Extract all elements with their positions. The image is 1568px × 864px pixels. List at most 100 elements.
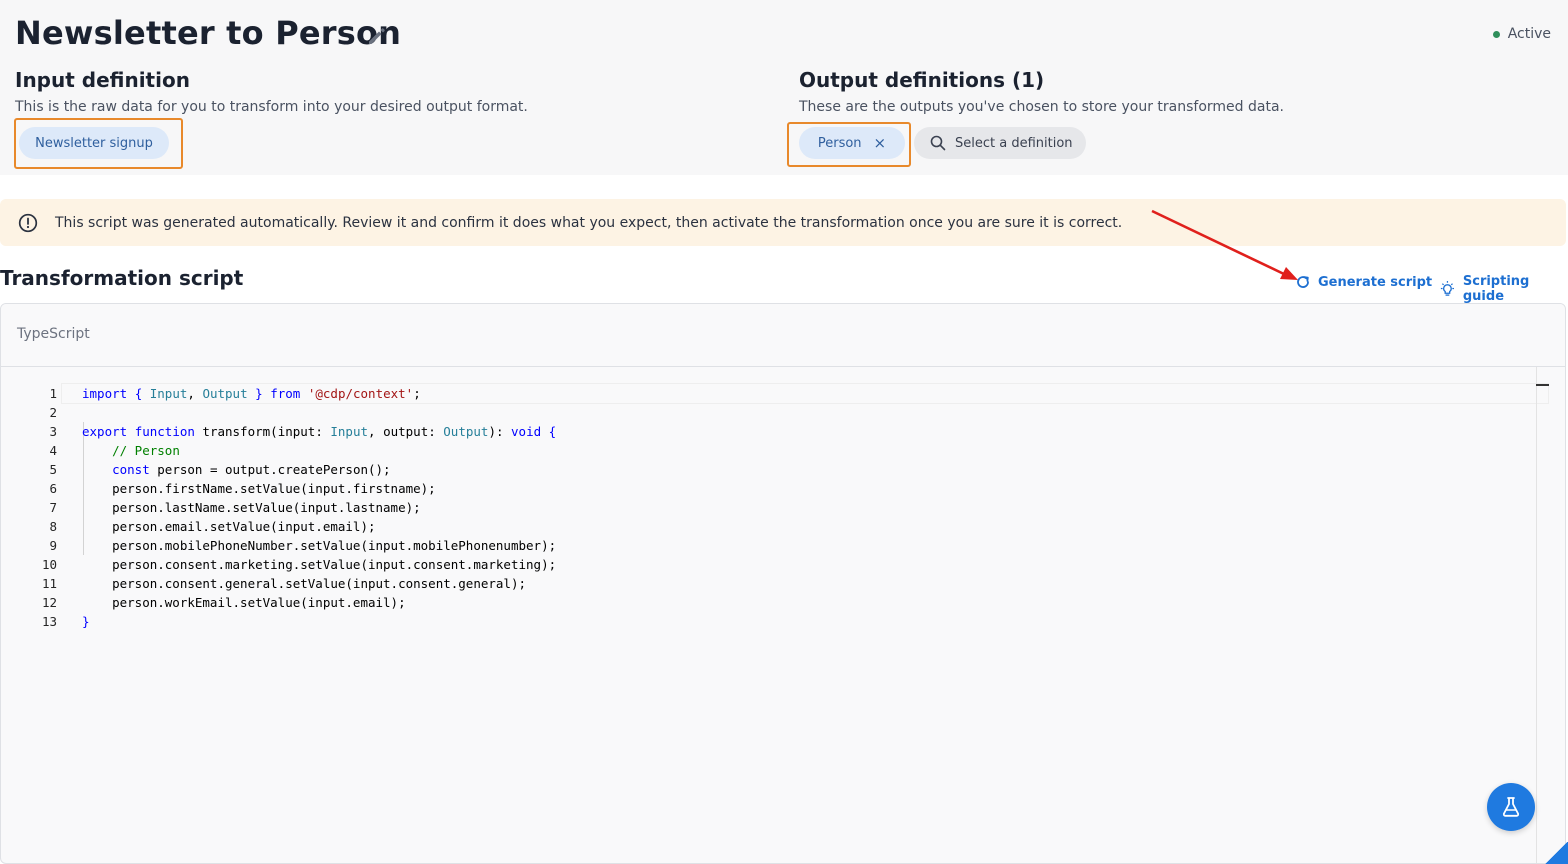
code-token: Input [330, 424, 369, 439]
code-token: ; [413, 386, 421, 401]
code-token: import [82, 386, 128, 401]
code-token: , [187, 386, 203, 401]
code-token: function [134, 424, 195, 439]
code-token: void [511, 424, 542, 439]
select-definition-placeholder: Select a definition [955, 135, 1073, 151]
exclamation-circle-icon [18, 213, 38, 232]
line-number: 12 [41, 595, 57, 610]
generate-script-label: Generate script [1318, 274, 1433, 290]
line-number: 9 [49, 538, 57, 553]
editor-scrollbar[interactable] [1536, 367, 1537, 863]
line-number: 13 [41, 614, 57, 629]
lightbulb-icon [1440, 281, 1454, 296]
scripting-guide-label: Scripting guide [1462, 274, 1530, 304]
line-number: 10 [41, 557, 57, 572]
code-line[interactable] [82, 403, 556, 422]
code-editor[interactable]: TypeScript 1 2 3 4 5 6 7 8 9 10 11 12 13 import { In… [0, 303, 1566, 864]
line-number: 4 [49, 443, 57, 458]
scripting-guide-link[interactable]: Scripting guide [1439, 274, 1568, 304]
line-number: 6 [49, 481, 57, 496]
code-token: person.email.setValue(input.email); [82, 519, 376, 534]
pencil-icon[interactable] [365, 25, 387, 47]
line-number: 1 [49, 386, 57, 401]
input-definition-chip[interactable]: Newsletter signup [19, 127, 169, 159]
code-token: export [82, 424, 128, 439]
output-definitions-description: These are the outputs you've chosen to s… [799, 99, 1284, 115]
code-line[interactable]: const person = output.createPerson(); [82, 460, 556, 479]
line-number-gutter: 1 2 3 4 5 6 7 8 9 10 11 12 13 [1, 384, 57, 631]
line-number: 7 [49, 500, 57, 515]
code-token: Output [202, 386, 248, 401]
code-token: const [112, 462, 150, 477]
code-token: person.workEmail.setValue(input.email); [82, 595, 406, 610]
code-line[interactable]: export function transform(input: Input, … [82, 422, 556, 441]
line-number: 2 [49, 405, 57, 420]
input-definition-heading: Input definition [15, 68, 190, 92]
resize-corner[interactable] [1545, 842, 1568, 864]
flask-icon [1502, 797, 1520, 817]
close-icon[interactable]: × [874, 135, 887, 151]
annotation-arrow [1151, 209, 1298, 280]
code-token: } [82, 614, 90, 629]
code-line[interactable]: person.consent.marketing.setValue(input.… [82, 555, 556, 574]
code-line[interactable]: person.lastName.setValue(input.lastname)… [82, 498, 556, 517]
select-definition-dropdown[interactable]: Select a definition [914, 127, 1086, 159]
code-line[interactable]: person.email.setValue(input.email); [82, 517, 556, 536]
scrollbar-position-marker [1536, 384, 1549, 386]
code-token: Input [149, 386, 188, 401]
code-token: } [255, 386, 263, 401]
status-label: Active [1507, 26, 1551, 42]
code-token: person.firstName.setValue(input.firstnam… [82, 481, 436, 496]
code-line[interactable]: person.workEmail.setValue(input.email); [82, 593, 556, 612]
header-panel: Newsletter to Person Active Input defini… [0, 0, 1568, 175]
transformation-script-heading: Transformation script [0, 266, 244, 290]
code-line[interactable]: } [82, 612, 556, 631]
code-token: person.consent.general.setValue(input.co… [82, 576, 527, 591]
code-token: person.mobilePhoneNumber.setValue(input.… [82, 538, 557, 553]
code-lines[interactable]: import { Input, Output } from '@cdp/cont… [82, 384, 556, 631]
code-token: person.lastName.setValue(input.lastname)… [82, 500, 421, 515]
code-token: transform(input: [194, 424, 331, 439]
input-definition-description: This is the raw data for you to transfor… [15, 99, 528, 115]
code-token: person.consent.marketing.setValue(input.… [82, 557, 557, 572]
code-area[interactable]: 1 2 3 4 5 6 7 8 9 10 11 12 13 import { Input, Output… [1, 367, 1565, 863]
alert-message: This script was generated automatically.… [55, 214, 1123, 231]
code-line[interactable]: person.firstName.setValue(input.firstnam… [82, 479, 556, 498]
output-definitions-heading: Output definitions (1) [799, 68, 1045, 92]
code-token: { [548, 424, 557, 439]
test-transformation-button[interactable] [1487, 783, 1535, 831]
editor-language-bar: TypeScript [1, 304, 1565, 367]
code-token: Output [443, 424, 489, 439]
code-line[interactable]: import { Input, Output } from '@cdp/cont… [82, 384, 556, 403]
output-chip-label: Person [817, 135, 862, 151]
code-token: from [270, 386, 301, 401]
line-number: 8 [49, 519, 57, 534]
code-token: , output: [368, 424, 444, 439]
dot-icon [1492, 30, 1500, 38]
code-token: ): [488, 424, 512, 439]
output-definition-chip[interactable]: Person × [799, 127, 905, 159]
page-title: Newsletter to Person [15, 14, 402, 52]
line-number: 3 [49, 424, 57, 439]
code-token: '@cdp/context' [307, 386, 414, 401]
line-number: 5 [49, 462, 57, 477]
status-indicator: Active [1492, 26, 1551, 42]
code-line[interactable]: person.mobilePhoneNumber.setValue(input.… [82, 536, 556, 555]
input-chip-label: Newsletter signup [35, 135, 153, 151]
code-token: // Person [112, 443, 180, 458]
line-number: 11 [41, 576, 57, 591]
search-icon [930, 135, 946, 151]
language-label: TypeScript [17, 326, 90, 342]
code-line[interactable]: person.consent.general.setValue(input.co… [82, 574, 556, 593]
auto-generated-alert: This script was generated automatically.… [0, 199, 1566, 246]
code-line[interactable]: // Person [82, 441, 556, 460]
generate-script-button[interactable]: Generate script [1295, 274, 1432, 290]
